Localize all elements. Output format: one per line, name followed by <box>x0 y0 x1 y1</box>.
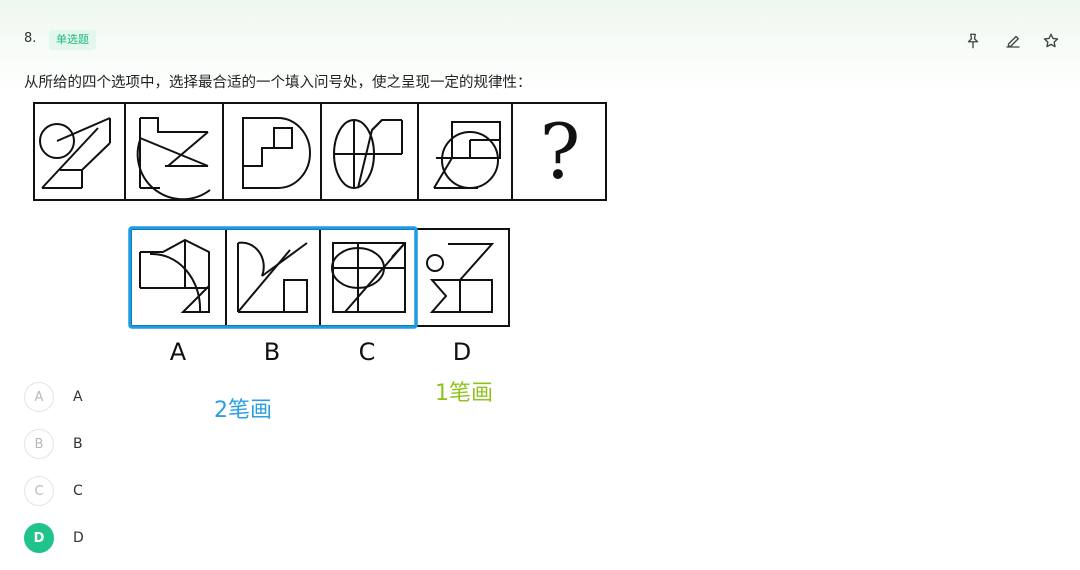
option-c-label: C <box>73 483 83 499</box>
option-a-label: A <box>73 389 83 405</box>
option-letter-b: B <box>264 338 280 366</box>
option-c-circle[interactable]: C <box>24 476 54 506</box>
option-letter-c: C <box>359 338 376 366</box>
option-d[interactable]: D D <box>24 522 84 554</box>
option-figure-a <box>139 238 210 313</box>
option-d-label: D <box>73 530 84 546</box>
option-figure-c <box>331 242 406 313</box>
option-b-circle[interactable]: B <box>24 429 54 459</box>
sequence-figure-5 <box>433 121 501 189</box>
sequence-figure-1 <box>39 117 111 189</box>
question-mark: ? <box>540 107 581 196</box>
option-letter-a: A <box>170 338 187 366</box>
annotation-2-strokes: 2笔画 <box>214 398 272 423</box>
option-d-circle[interactable]: D <box>24 523 54 553</box>
option-figure-d <box>426 243 495 313</box>
option-c[interactable]: C C <box>24 475 83 507</box>
option-b[interactable]: B B <box>24 428 83 460</box>
option-b-label: B <box>73 436 83 452</box>
option-figure-b <box>237 241 308 313</box>
option-a[interactable]: A A <box>24 381 83 413</box>
sequence-figure-3 <box>242 117 311 189</box>
option-letter-d: D <box>453 338 471 366</box>
annotation-1-stroke: 1笔画 <box>435 381 493 406</box>
sequence-figure-2 <box>136 117 211 201</box>
sequence-row <box>33 102 607 201</box>
option-a-circle[interactable]: A <box>24 382 54 412</box>
question-figure: ? A B C D 2笔画 1笔画 <box>33 102 607 423</box>
sequence-figure-4 <box>333 119 403 189</box>
